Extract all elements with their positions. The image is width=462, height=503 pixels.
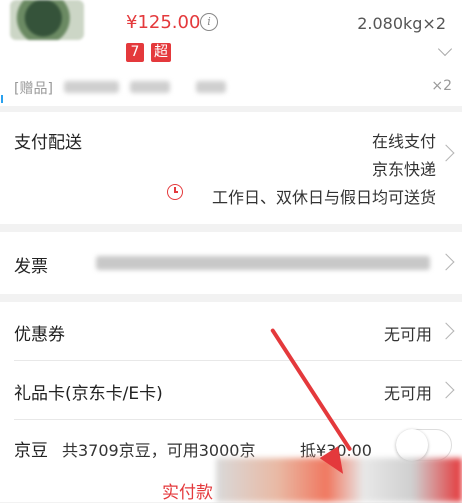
coupon-value: 无可用: [383, 325, 432, 344]
gift-quantity: ×2: [431, 78, 452, 94]
gift-name-blurred: [64, 81, 119, 93]
chevron-right-icon: [437, 144, 455, 162]
coupon-row[interactable]: 优惠券 无可用: [0, 302, 462, 360]
clock-icon: [167, 184, 183, 200]
chevron-right-icon: [437, 322, 455, 340]
info-icon[interactable]: i: [200, 13, 218, 31]
giftcard-row[interactable]: 礼品卡(京东卡/E卡) 无可用: [0, 361, 462, 419]
gift-name-blurred: [196, 81, 226, 93]
tag-seven-badge: 7: [126, 43, 144, 62]
scroll-marker: [1, 95, 3, 103]
gift-label: [赠品]: [14, 81, 53, 97]
total-pay-label: 实付款: [162, 483, 213, 503]
jingdou-label: 京豆: [14, 441, 48, 461]
invoice-detail-blurred: [96, 256, 430, 270]
discount-section: 优惠券 无可用 礼品卡(京东卡/E卡) 无可用 京豆 共3709京豆，可用300…: [0, 302, 462, 472]
payment-method: 在线支付: [371, 132, 436, 151]
delivery-time: 工作日、双休日与假日均可送货: [211, 188, 436, 207]
delivery-carrier: 京东快递: [371, 160, 436, 179]
invoice-label: 发票: [14, 257, 48, 277]
product-price: ¥125.00: [126, 12, 201, 33]
chevron-right-icon: [437, 381, 455, 399]
invoice-row[interactable]: 发票: [0, 232, 462, 294]
giftcard-value: 无可用: [383, 384, 432, 403]
gift-name-blurred: [130, 81, 170, 93]
giftcard-label: 礼品卡(京东卡/E卡): [14, 384, 163, 404]
product-thumbnail[interactable]: [10, 0, 84, 40]
product-card: ¥125.00 i 2.080kg×2 7 超 [赠品] ×2: [0, 0, 462, 106]
toggle-knob: [396, 429, 428, 461]
payment-delivery-row[interactable]: 支付配送 在线支付 京东快递 工作日、双休日与假日均可送货: [0, 112, 462, 224]
payment-delivery-label: 支付配送: [14, 133, 82, 153]
chevron-down-icon[interactable]: [437, 41, 453, 57]
product-weight-qty: 2.080kg×2: [357, 14, 446, 33]
tag-super-badge: 超: [151, 43, 171, 62]
coupon-label: 优惠券: [14, 325, 65, 345]
chevron-right-icon: [437, 253, 455, 271]
